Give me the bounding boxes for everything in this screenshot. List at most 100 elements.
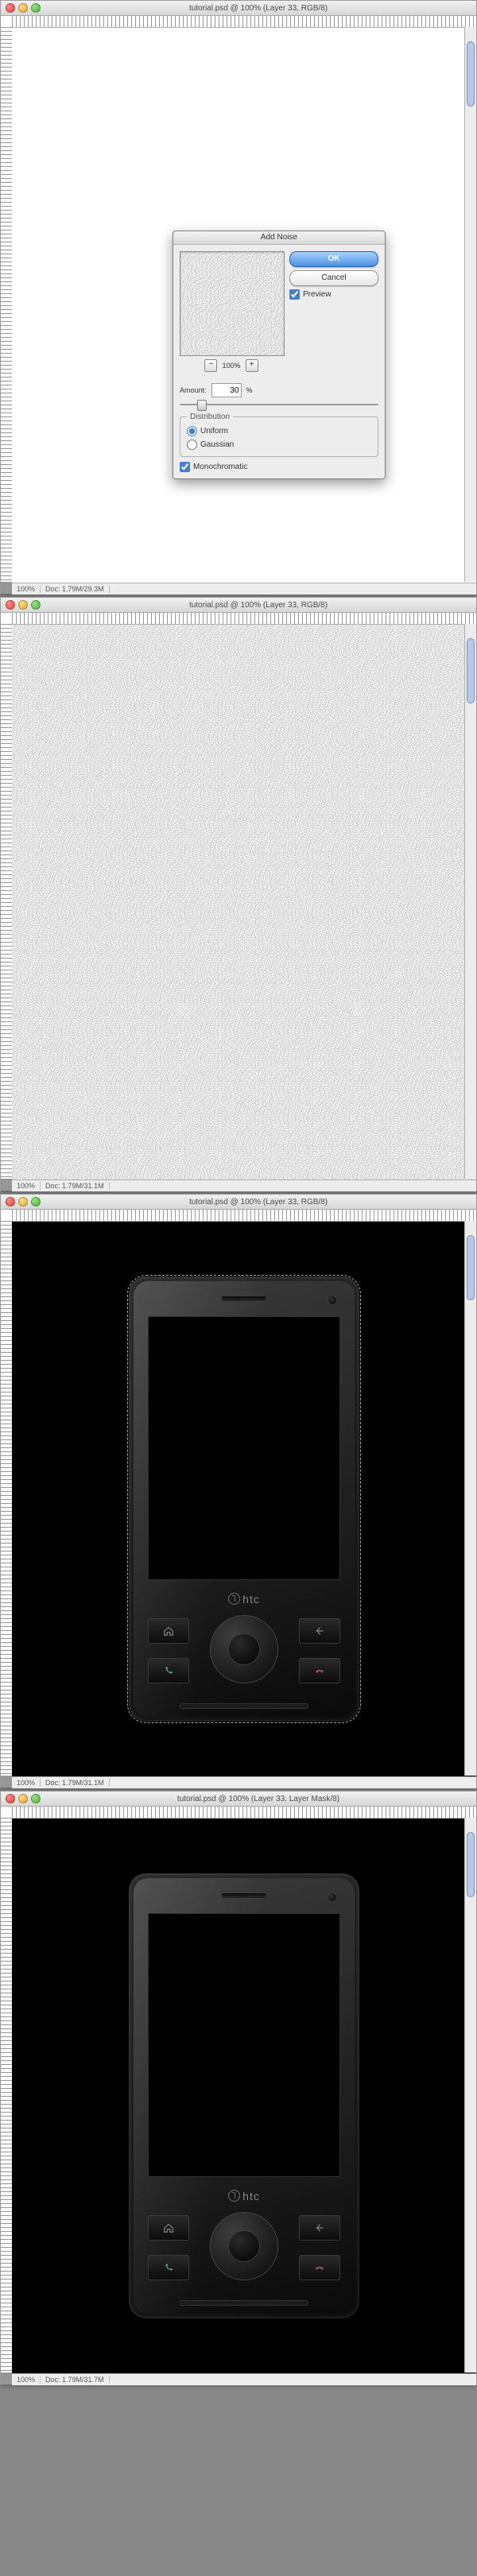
phone-screen (148, 1316, 340, 1580)
panel-3: tutorial.psd @ 100% (Layer 33, RGB/8) ht… (0, 1194, 477, 1788)
phone-artwork: htc (129, 1873, 359, 2318)
status-zoom[interactable]: 100% (12, 585, 41, 593)
status-bar: 100% Doc: 1.79M/31.7M (12, 2373, 476, 2385)
ruler-vertical[interactable] (1, 27, 13, 582)
earpiece (221, 1892, 267, 1899)
ruler-origin[interactable] (1, 1807, 13, 1819)
noise-preview[interactable] (180, 251, 285, 356)
status-doc-size[interactable]: Doc: 1.79M/31.1M (41, 1779, 110, 1787)
photoshop-window-3: tutorial.psd @ 100% (Layer 33, RGB/8) ht… (0, 1194, 477, 1788)
close-icon[interactable] (6, 3, 15, 13)
traffic-lights (6, 1794, 41, 1803)
close-icon[interactable] (6, 1794, 15, 1803)
close-icon[interactable] (6, 600, 15, 610)
minimize-icon[interactable] (18, 1794, 28, 1803)
status-doc-size[interactable]: Doc: 1.79M/31.7M (41, 2376, 110, 2384)
photoshop-window-1: tutorial.psd @ 100% (Layer 33, RGB/8) 10… (0, 0, 477, 594)
window-title: tutorial.psd @ 100% (Layer 33, RGB/8) (41, 601, 476, 610)
d-pad (210, 1615, 278, 1683)
ruler-origin[interactable] (1, 16, 13, 28)
back-arrow-icon (314, 2222, 325, 2233)
status-doc-size[interactable]: Doc: 1.79M/29.3M (41, 585, 110, 593)
phone-screen (148, 1913, 340, 2177)
preview-checkbox[interactable] (289, 289, 300, 300)
gloss-highlight (134, 1281, 266, 1717)
monochromatic-row[interactable]: Monochromatic (180, 462, 378, 472)
scrollbar-vertical[interactable] (464, 27, 476, 582)
titlebar[interactable]: tutorial.psd @ 100% (Layer 33, RGB/8) (1, 598, 476, 613)
monochromatic-checkbox[interactable] (180, 462, 190, 472)
status-zoom[interactable]: 100% (12, 2376, 41, 2384)
titlebar[interactable]: tutorial.psd @ 100% (Layer 33, Layer Mas… (1, 1792, 476, 1807)
ruler-horizontal[interactable] (12, 613, 476, 625)
zoom-icon[interactable] (31, 3, 41, 13)
gaussian-radio-row[interactable]: Gaussian (187, 440, 371, 450)
scrollbar-vertical[interactable] (464, 1221, 476, 1776)
status-bar: 100% Doc: 1.79M/31.1M (12, 1180, 476, 1191)
amount-input[interactable] (211, 383, 242, 397)
distribution-legend: Distribution (187, 413, 233, 421)
ruler-vertical[interactable] (1, 1818, 13, 2373)
phone-icon (163, 1665, 174, 1676)
zoom-icon[interactable] (31, 1197, 41, 1207)
zoom-icon[interactable] (31, 1794, 41, 1803)
document-area: htc 100% Doc: 1.79M/31.7M (1, 1807, 476, 2384)
document-area: 100% Doc: 1.79M/29.3M Add Noise − 100% +… (1, 16, 476, 593)
phone-icon (163, 2262, 174, 2273)
dialog-title[interactable]: Add Noise (173, 231, 385, 245)
phone-end-icon (314, 2262, 325, 2273)
home-button (148, 2215, 189, 2241)
home-icon (163, 2222, 174, 2233)
front-camera (328, 1296, 337, 1305)
status-zoom[interactable]: 100% (12, 1779, 41, 1787)
traffic-lights (6, 3, 41, 13)
home-icon (163, 1625, 174, 1637)
ruler-origin[interactable] (1, 613, 13, 625)
uniform-radio[interactable] (187, 426, 197, 436)
cancel-button[interactable]: Cancel (289, 270, 378, 286)
slider-track (180, 404, 378, 405)
preview-zoom-value: 100% (222, 362, 240, 370)
minimize-icon[interactable] (18, 3, 28, 13)
ruler-vertical[interactable] (1, 624, 13, 1179)
preview-checkbox-row[interactable]: Preview (289, 289, 378, 300)
preview-zoom-controls: − 100% + (180, 359, 283, 372)
status-zoom[interactable]: 100% (12, 1182, 41, 1190)
phone-face: htc (134, 1281, 355, 1717)
status-bar: 100% Doc: 1.79M/31.1M (12, 1776, 476, 1788)
canvas[interactable]: htc (12, 1819, 476, 2373)
window-title: tutorial.psd @ 100% (Layer 33, RGB/8) (41, 4, 476, 13)
ruler-horizontal[interactable] (12, 1807, 476, 1819)
button-panel (145, 2212, 343, 2291)
distribution-group: Distribution Uniform Gaussian (180, 416, 378, 457)
bottom-slot (180, 1703, 308, 1709)
ruler-horizontal[interactable] (12, 16, 476, 28)
titlebar[interactable]: tutorial.psd @ 100% (Layer 33, RGB/8) (1, 1, 476, 16)
end-call-button (299, 2255, 340, 2280)
minimize-icon[interactable] (18, 1197, 28, 1207)
slider-thumb[interactable] (197, 400, 207, 411)
d-pad (210, 2212, 278, 2280)
amount-slider[interactable] (180, 399, 378, 410)
dialog-body: − 100% + OK Cancel Preview (173, 245, 385, 378)
uniform-radio-row[interactable]: Uniform (187, 426, 371, 436)
close-icon[interactable] (6, 1197, 15, 1207)
scrollbar-vertical[interactable] (464, 624, 476, 1179)
document-area: 100% Doc: 1.79M/31.1M (1, 613, 476, 1190)
zoom-icon[interactable] (31, 600, 41, 610)
ruler-origin[interactable] (1, 1210, 13, 1222)
ok-button[interactable]: OK (289, 251, 378, 267)
amount-row: Amount: % (180, 383, 378, 397)
ruler-horizontal[interactable] (12, 1210, 476, 1222)
canvas[interactable] (12, 625, 476, 1180)
zoom-out-button[interactable]: − (204, 359, 217, 372)
scrollbar-vertical[interactable] (464, 1818, 476, 2373)
zoom-in-button[interactable]: + (246, 359, 258, 372)
status-doc-size[interactable]: Doc: 1.79M/31.1M (41, 1182, 110, 1190)
minimize-icon[interactable] (18, 600, 28, 610)
titlebar[interactable]: tutorial.psd @ 100% (Layer 33, RGB/8) (1, 1195, 476, 1210)
gaussian-radio[interactable] (187, 440, 197, 450)
brand-text: htc (242, 1593, 260, 1606)
ruler-vertical[interactable] (1, 1221, 13, 1776)
canvas[interactable]: htc (12, 1222, 476, 1776)
